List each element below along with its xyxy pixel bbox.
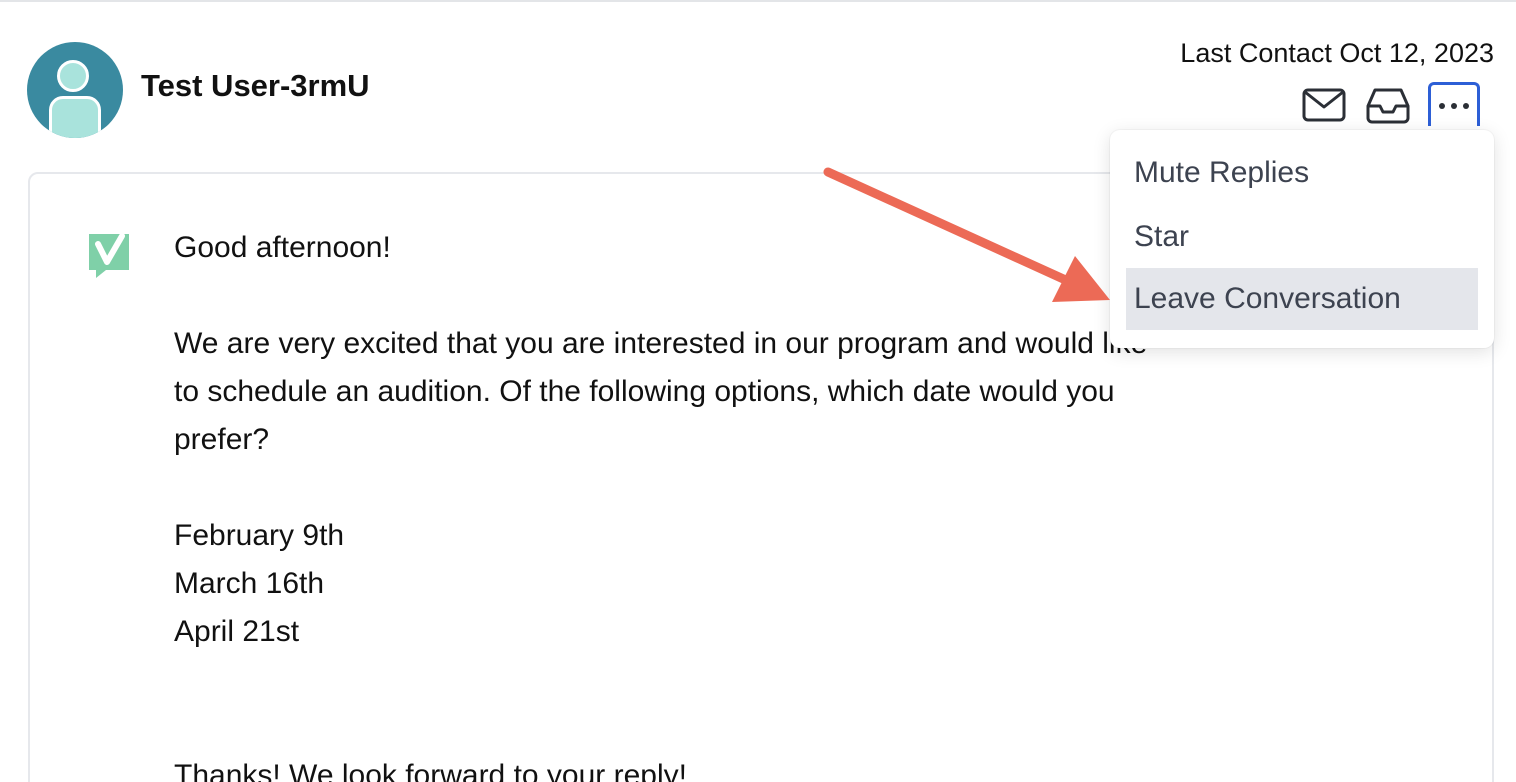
more-options-button[interactable]	[1428, 82, 1480, 126]
contact-name[interactable]: Test User-3rmU	[141, 68, 370, 104]
date-option: February 9th	[174, 519, 345, 552]
envelope-icon	[1302, 88, 1346, 122]
checkmark-logo-icon	[86, 230, 132, 280]
menu-item-leave-conversation[interactable]: Leave Conversation	[1126, 268, 1478, 330]
date-option: March 16th	[174, 567, 325, 600]
message-closing: Thanks! We look forward to your reply!	[174, 759, 687, 782]
last-contact-date: Last Contact Oct 12, 2023	[1180, 38, 1494, 68]
menu-item-mute-replies[interactable]: Mute Replies	[1126, 142, 1478, 204]
avatar	[27, 42, 123, 138]
message-line: prefer?	[174, 423, 270, 456]
header-actions	[1298, 82, 1488, 132]
ellipsis-icon	[1437, 102, 1471, 110]
more-options-menu: Mute Replies Star Leave Conversation	[1110, 130, 1494, 348]
message-body: Good afternoon! We are very excited that…	[174, 224, 1244, 782]
date-option: April 21st	[174, 615, 300, 648]
conversation-page: Test User-3rmU Last Contact Oct 12, 2023	[0, 0, 1516, 782]
avatar-body	[49, 96, 101, 138]
message-line: to schedule an audition. Of the followin…	[174, 375, 1115, 408]
message-greeting: Good afternoon!	[174, 231, 391, 264]
message-line: We are very excited that you are interes…	[174, 327, 1148, 360]
email-button[interactable]	[1298, 82, 1350, 128]
menu-item-star[interactable]: Star	[1126, 206, 1478, 268]
inbox-button[interactable]	[1362, 82, 1414, 128]
inbox-tray-icon	[1366, 86, 1410, 124]
avatar-head	[57, 60, 89, 92]
